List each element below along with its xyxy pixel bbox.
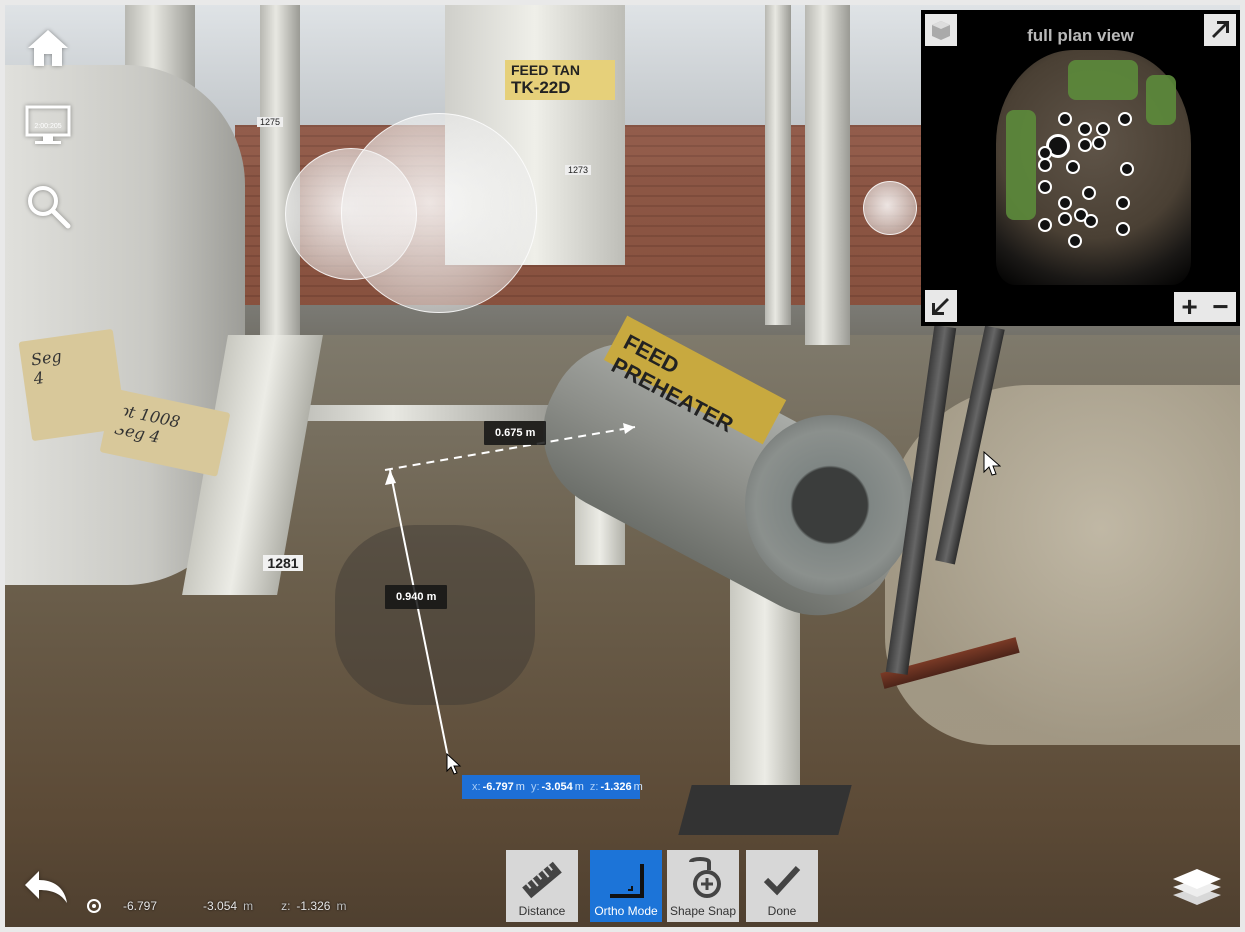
cube-icon (932, 21, 950, 40)
ruler-icon (522, 861, 562, 899)
minimap-collapse-button[interactable] (925, 290, 957, 322)
stand-base (678, 785, 852, 835)
minimap-expand-button[interactable] (1204, 14, 1236, 46)
status-y-unit: m (243, 899, 254, 913)
search-icon (28, 186, 71, 229)
mouse-pointer-icon (446, 753, 462, 775)
coord-y-value: -3.054 (541, 781, 573, 793)
scan-location-marker[interactable] (1068, 234, 1082, 248)
coord-x-key: x: (472, 781, 481, 793)
heater-flange (745, 415, 915, 595)
plan-view-map[interactable] (996, 50, 1191, 285)
panorama-location-bubble[interactable] (863, 181, 917, 235)
heater-stand (730, 575, 800, 815)
home-icon (28, 30, 68, 66)
vegetation-area (1146, 75, 1176, 125)
scan-location-marker[interactable] (1058, 212, 1072, 226)
scan-location-marker[interactable] (1078, 138, 1092, 152)
vertical-measure-label: 0.940 m (385, 585, 448, 609)
tank-sign-line2: TK-22D (511, 78, 571, 97)
pipe (765, 5, 791, 325)
mouse-pointer-icon (983, 451, 1001, 476)
crosshair-icon (87, 899, 101, 913)
ortho-mode-label: Ortho Mode (594, 904, 658, 918)
vegetation-area (1068, 60, 1138, 100)
equipment-tag-small: Seg 4 (18, 328, 127, 442)
status-x-value: -6.797 (123, 899, 158, 913)
minimap-zoom-controls[interactable]: + − (1174, 292, 1236, 322)
coord-y-unit: m (574, 781, 584, 793)
scan-location-marker[interactable] (1066, 160, 1080, 174)
coord-x-value: -6.797 (482, 781, 514, 793)
minimap-3d-toggle[interactable] (925, 14, 957, 46)
zoom-out-icon[interactable]: − (1212, 293, 1228, 321)
horizontal-measure-label: 0.675 m (484, 421, 547, 445)
water-puddle (335, 525, 535, 705)
expand-arrow-icon (1212, 21, 1229, 38)
ortho-mode-button[interactable]: Ortho Mode (590, 850, 662, 922)
scan-location-marker[interactable] (1118, 112, 1132, 126)
distance-tool-label: Distance (518, 904, 566, 918)
distance-tool-button[interactable]: Distance (506, 850, 578, 922)
coord-z-unit: m (633, 781, 643, 793)
zoom-in-icon[interactable]: + (1181, 293, 1197, 321)
scan-location-marker[interactable] (1058, 196, 1072, 210)
panorama-location-bubble[interactable] (341, 113, 537, 313)
minimap-title: full plan view (1027, 26, 1134, 45)
back-arrow-icon (25, 871, 67, 903)
minimap-panel[interactable]: full plan view + − (921, 10, 1240, 326)
layers-button[interactable] (1171, 865, 1223, 907)
status-z-unit: m (336, 899, 347, 913)
column-marker-1281: 1281 (263, 555, 303, 571)
coord-z-key: z: (589, 781, 599, 793)
scan-location-marker[interactable] (1096, 122, 1110, 136)
scan-location-marker[interactable] (1078, 122, 1092, 136)
coord-y-key: y: (530, 781, 540, 793)
scan-location-marker[interactable] (1038, 158, 1052, 172)
vegetation-area (1006, 110, 1036, 220)
scan-location-marker[interactable] (1082, 186, 1096, 200)
back-button[interactable] (21, 862, 71, 912)
search-button[interactable] (23, 181, 73, 231)
shape-snap-label: Shape Snap (669, 904, 737, 918)
status-z-value: -1.326 (296, 899, 331, 913)
monitor-text: 2:00:205 (34, 123, 62, 130)
ortho-icon (610, 864, 644, 898)
scan-location-marker[interactable] (1084, 214, 1098, 228)
shape-snap-icon (689, 857, 721, 898)
scan-location-marker[interactable] (1120, 162, 1134, 176)
home-button[interactable] (23, 23, 73, 73)
scan-location-marker[interactable] (1038, 218, 1052, 232)
status-y-value: -3.054 (203, 899, 238, 913)
tank-sign-line1: FEED TAN (511, 62, 580, 78)
check-icon (763, 865, 801, 896)
column-marker-1273: 1273 (565, 165, 591, 175)
column-marker-1275: 1275 (257, 117, 283, 127)
display-button[interactable]: 2:00:205 (23, 101, 73, 151)
coord-x-unit: m (515, 781, 525, 793)
scan-location-marker[interactable] (1058, 112, 1072, 126)
coord-z-value: -1.326 (600, 781, 632, 793)
coordinate-status-bar: -6.797 -3.054 m z: -1.326 m (85, 893, 368, 919)
pipe (285, 405, 555, 421)
tank-sign: FEED TAN TK-22D (505, 60, 615, 100)
done-button[interactable]: Done (746, 850, 818, 922)
status-z-key: z: (281, 899, 291, 913)
done-label: Done (767, 904, 797, 918)
scan-location-marker[interactable] (1116, 222, 1130, 236)
cursor-coordinate-tooltip: x: -6.797 m y: -3.054 m z: -1.326 m (462, 775, 643, 799)
scan-location-marker[interactable] (1038, 180, 1052, 194)
scan-location-marker[interactable] (1116, 196, 1130, 210)
layers-icon (1173, 869, 1221, 905)
scan-location-marker[interactable] (1092, 136, 1106, 150)
pipe (805, 5, 850, 345)
collapse-arrow-icon (932, 298, 949, 315)
panorama-viewer[interactable]: FEED TAN TK-22D 1275 1273 1281 FEED PREH… (5, 5, 1240, 927)
shape-snap-button[interactable]: Shape Snap (667, 850, 739, 922)
